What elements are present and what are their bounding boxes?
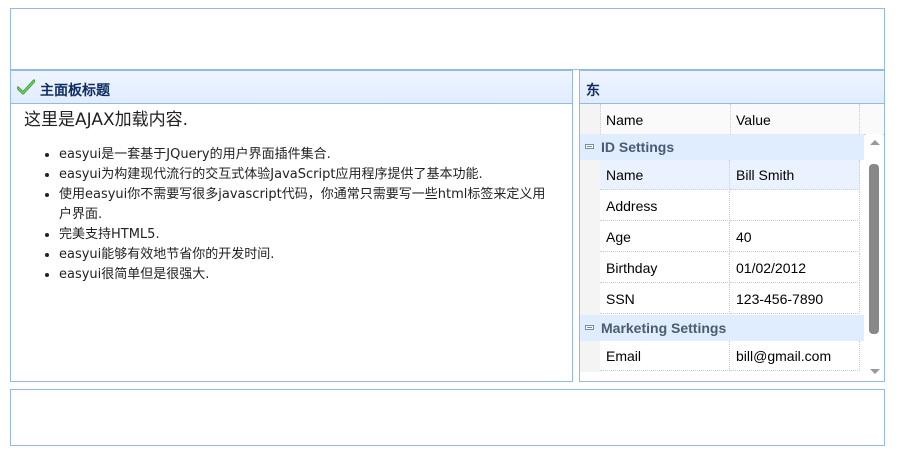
vertical-scrollbar[interactable] — [866, 134, 883, 381]
grid-body: ID Settings Name Bill Smith Address Age … — [580, 134, 864, 381]
list-item: 完美支持HTML5. — [59, 225, 549, 245]
north-region — [10, 8, 885, 70]
center-panel: 主面板标题 这里是AJAX加载内容. easyui是一套基于JQuery的用户界… — [10, 70, 573, 382]
scroll-up-icon[interactable] — [870, 140, 880, 145]
collapse-icon[interactable] — [585, 323, 594, 332]
list-item: easyui是一套基于JQuery的用户界面插件集合. — [59, 145, 549, 165]
cell-name: Age — [606, 229, 631, 245]
intro-text: 这里是AJAX加载内容. — [24, 110, 189, 130]
table-row[interactable]: Email bill@gmail.com — [580, 341, 864, 372]
east-panel-header: 东 — [580, 71, 884, 104]
cell-name: Address — [606, 198, 658, 214]
list-item: 使用easyui你不需要写很多javascript代码，你通常只需要写一些htm… — [59, 185, 549, 225]
feature-list: easyui是一套基于JQuery的用户界面插件集合. easyui为构建现代流… — [59, 145, 549, 285]
cell-name: Name — [606, 167, 644, 183]
center-panel-title: 主面板标题 — [40, 83, 110, 99]
table-row[interactable]: Address — [580, 191, 864, 222]
cell-value[interactable]: 40 — [736, 229, 752, 245]
cell-value[interactable]: bill@gmail.com — [736, 348, 831, 364]
list-item: easyui很简单但是很强大. — [59, 265, 549, 285]
scrollbar-thumb[interactable] — [869, 164, 879, 334]
cell-value[interactable]: 123-456-7890 — [736, 291, 823, 307]
check-icon — [17, 79, 35, 95]
south-region — [10, 389, 885, 446]
grid-header: Name Value — [580, 104, 884, 135]
east-panel-title: 东 — [586, 83, 600, 99]
cell-name: Email — [606, 348, 642, 364]
group-id-settings[interactable]: ID Settings — [580, 134, 864, 160]
column-header-value[interactable]: Value — [730, 104, 860, 134]
list-item: easyui为构建现代流行的交互式体验JavaScript应用程序提供了基本功能… — [59, 165, 549, 185]
group-title: Marketing Settings — [601, 320, 727, 336]
cell-name: Birthday — [606, 260, 658, 276]
table-row[interactable]: SSN 123-456-7890 — [580, 284, 864, 315]
column-header-name[interactable]: Name — [600, 104, 731, 134]
row-number-header — [580, 104, 601, 134]
scroll-down-icon[interactable] — [870, 369, 880, 374]
group-marketing-settings[interactable]: Marketing Settings — [580, 315, 864, 341]
east-panel: 东 Name Value ID Settings Name Bill Smith… — [579, 70, 885, 382]
table-row[interactable]: Age 40 — [580, 222, 864, 253]
list-item: easyui能够有效地节省你的开发时间. — [59, 245, 549, 265]
group-title: ID Settings — [601, 139, 675, 155]
cell-value[interactable]: Bill Smith — [736, 167, 794, 183]
table-row[interactable]: Birthday 01/02/2012 — [580, 253, 864, 284]
table-row[interactable]: Name Bill Smith — [580, 160, 864, 191]
cell-name: SSN — [606, 291, 635, 307]
center-panel-header: 主面板标题 — [11, 71, 572, 104]
cell-value[interactable]: 01/02/2012 — [736, 260, 806, 276]
property-grid: Name Value ID Settings Name Bill Smith A… — [580, 104, 884, 381]
collapse-icon[interactable] — [585, 142, 594, 151]
